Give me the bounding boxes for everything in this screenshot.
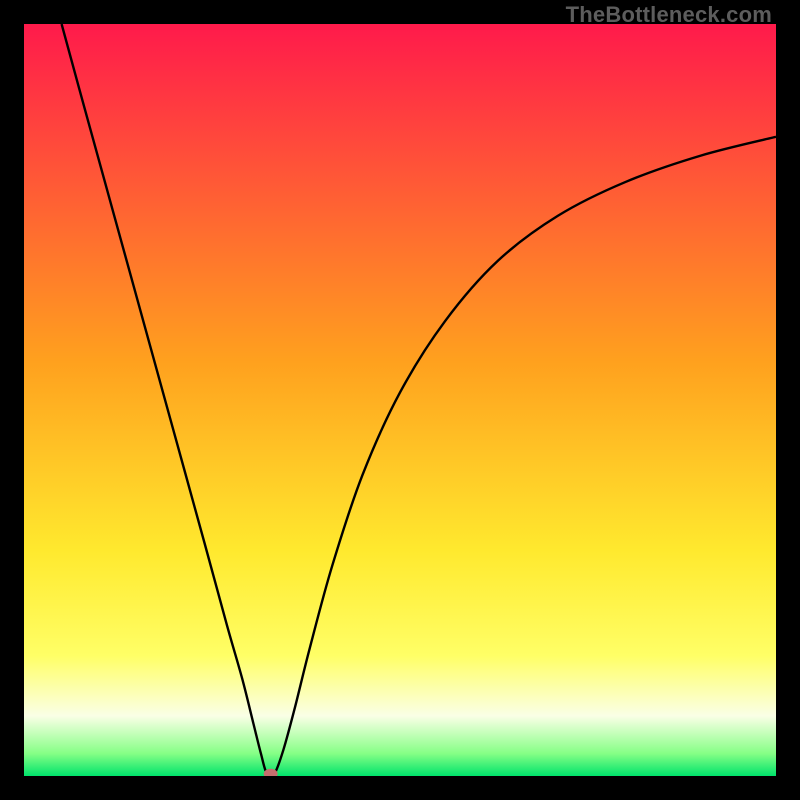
chart-background (24, 24, 776, 776)
bottleneck-chart (24, 24, 776, 776)
chart-frame (24, 24, 776, 776)
